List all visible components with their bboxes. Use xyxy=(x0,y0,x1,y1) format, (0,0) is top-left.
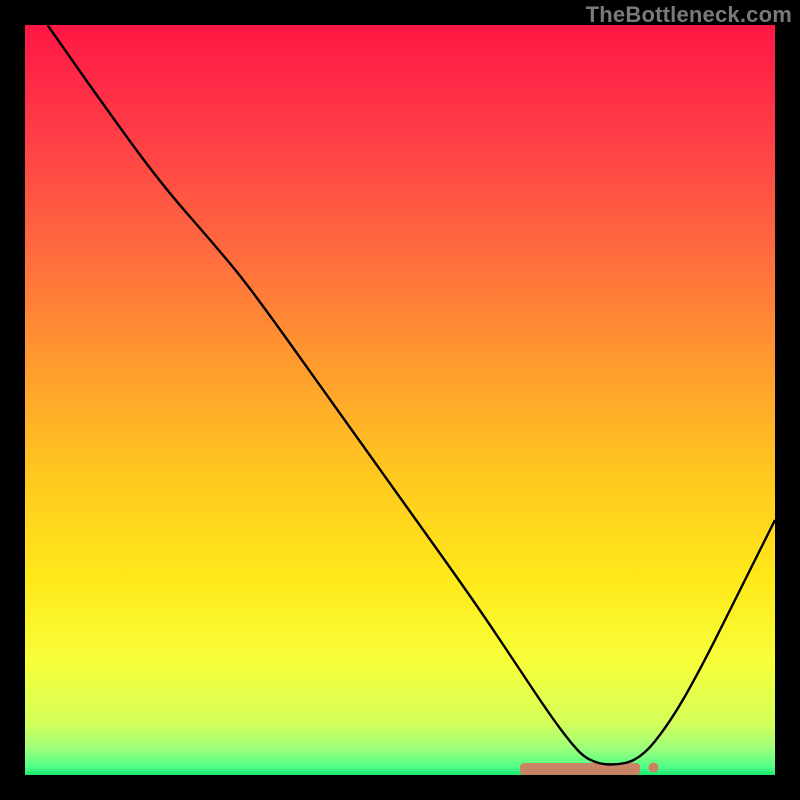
highlight-band xyxy=(520,763,659,776)
plot-area xyxy=(25,25,775,775)
watermark-text: TheBottleneck.com xyxy=(586,2,792,28)
gradient-background xyxy=(25,25,775,775)
chart-frame: TheBottleneck.com xyxy=(0,0,800,800)
plot-svg xyxy=(25,25,775,775)
